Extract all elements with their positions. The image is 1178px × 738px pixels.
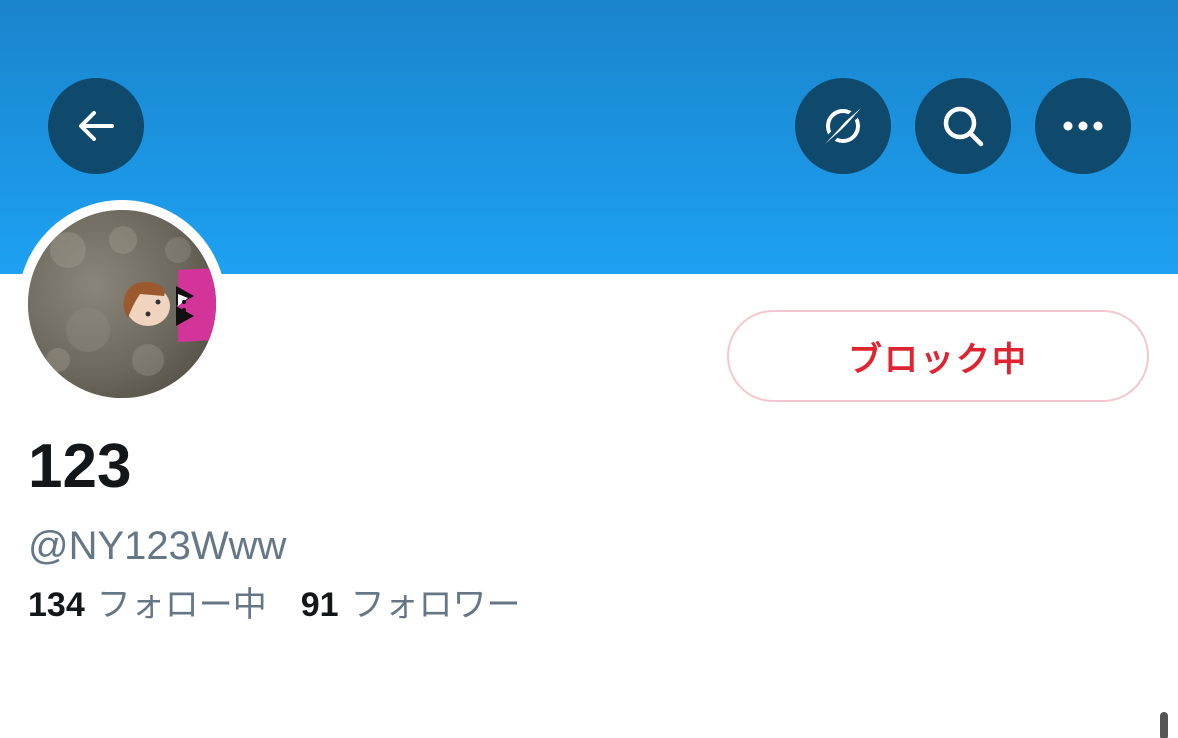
followers-label: フォロワー xyxy=(350,586,521,624)
following-stat[interactable]: 134 フォロー中 xyxy=(28,588,267,622)
following-count: 134 xyxy=(28,586,85,624)
followers-stat[interactable]: 91 フォロワー xyxy=(301,588,521,622)
search-button[interactable] xyxy=(915,78,1011,174)
scrollbar[interactable] xyxy=(1160,712,1168,738)
followers-count: 91 xyxy=(300,586,339,624)
display-name: 123 xyxy=(28,432,132,501)
blocked-button[interactable]: ブロック中 xyxy=(727,310,1149,402)
explore-button[interactable] xyxy=(795,78,891,174)
more-icon xyxy=(1061,120,1105,132)
explore-icon xyxy=(819,102,867,150)
avatar[interactable] xyxy=(28,210,216,398)
follow-stats: 134 フォロー中 91 フォロワー xyxy=(28,588,521,622)
back-arrow-icon xyxy=(76,106,116,146)
blocked-button-label: ブロック中 xyxy=(848,340,1028,379)
following-label: フォロー中 xyxy=(96,586,267,624)
search-icon xyxy=(939,102,987,150)
username-handle: @NY123Www xyxy=(28,524,287,568)
back-button[interactable] xyxy=(48,78,144,174)
more-button[interactable] xyxy=(1035,78,1131,174)
profile-page: ブロック中 123 @NY123Www 134 フォロー中 91 フォロワー xyxy=(0,0,1178,738)
